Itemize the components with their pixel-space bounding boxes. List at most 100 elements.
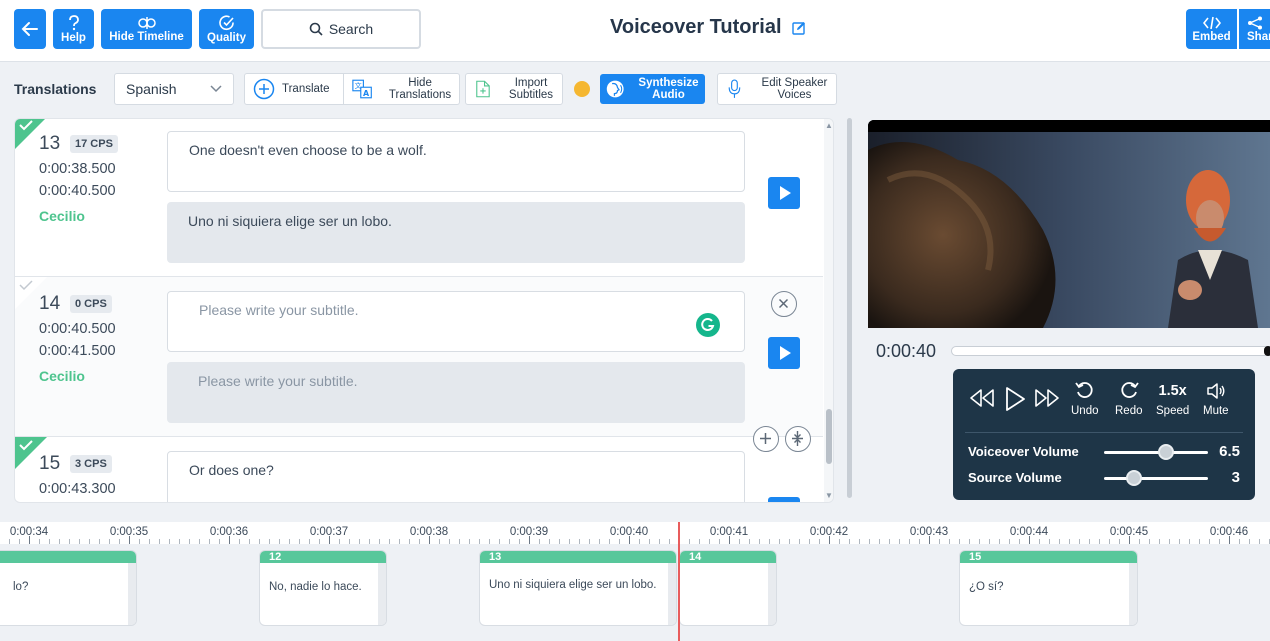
subtitle-row-13[interactable]: 13 17 CPS 0:00:38.500 0:00:40.500 Cecili… (15, 119, 823, 277)
timeline-cue[interactable]: 12 No, nadie lo hace. (259, 550, 387, 626)
source-text-field[interactable]: One doesn't even choose to be a wolf. (167, 131, 745, 192)
share-button[interactable]: Share (1239, 9, 1270, 49)
plus-icon (760, 433, 771, 444)
cue-resize-handle[interactable] (128, 563, 136, 625)
translation-text-field[interactable]: Please write your subtitle. (167, 362, 745, 423)
timeline-tick (109, 539, 110, 544)
timeline[interactable]: 0:00:34 0:00:35 0:00:36 0:00:37 0:00:38 0:00:… (0, 522, 1270, 641)
help-button[interactable]: Help (53, 9, 94, 49)
timeline-cue[interactable]: 13 Uno ni siquiera elige ser un lobo. (479, 550, 677, 626)
timeline-cue[interactable]: 15 ¿O sí? (959, 550, 1138, 626)
subtitle-row-14[interactable]: 14 0 CPS 0:00:40.500 0:00:41.500 Cecilio… (15, 277, 823, 437)
back-button[interactable] (14, 9, 46, 49)
hide-translations-button[interactable]: 文A Hide Translations (344, 73, 460, 105)
play-subtitle-button[interactable] (768, 497, 800, 502)
edit-speaker-voices-button[interactable]: Edit Speaker Voices (717, 73, 837, 105)
speed-button[interactable]: 1.5x Speed (1156, 383, 1189, 417)
voiceover-volume-slider[interactable] (1104, 451, 1208, 454)
start-time[interactable]: 0:00:40.500 (39, 321, 116, 337)
playhead[interactable] (678, 522, 680, 641)
timeline-tick (199, 539, 200, 544)
timeline-tick (169, 539, 170, 544)
source-volume-slider[interactable] (1104, 477, 1208, 480)
cue-resize-handle[interactable] (768, 563, 776, 625)
timeline-tick (869, 539, 870, 544)
timeline-tick (449, 539, 450, 544)
cue-resize-handle[interactable] (378, 563, 386, 625)
play-subtitle-button[interactable] (768, 337, 800, 369)
translation-text-field[interactable]: Uno ni siquiera elige ser un lobo. (167, 202, 745, 263)
timeline-tick (839, 539, 840, 544)
start-time[interactable]: 0:00:38.500 (39, 161, 116, 177)
timeline-cue[interactable]: 14 (679, 550, 777, 626)
delete-subtitle-button[interactable] (771, 291, 797, 317)
merge-subtitles-button[interactable] (785, 426, 811, 452)
voiceover-volume-knob[interactable] (1158, 444, 1174, 460)
search-button[interactable]: Search (261, 9, 421, 49)
hide-timeline-button[interactable]: Hide Timeline (101, 9, 192, 49)
fast-forward-button[interactable] (1034, 387, 1060, 409)
timeline-tick (219, 539, 220, 544)
seek-handle[interactable] (1264, 346, 1270, 356)
scroll-down-arrow-icon[interactable]: ▼ (825, 491, 833, 500)
timeline-cue[interactable]: lo? (0, 550, 137, 626)
rewind-button[interactable] (969, 387, 995, 409)
edit-icon[interactable] (791, 21, 806, 35)
timeline-tick (949, 539, 950, 544)
play-button[interactable] (1003, 386, 1027, 412)
timeline-tick (719, 539, 720, 544)
timeline-tick (459, 539, 460, 544)
language-select[interactable]: Spanish (114, 73, 234, 105)
timeline-tick (979, 539, 980, 544)
help-label: Help (61, 31, 86, 44)
grammar-check-icon[interactable] (696, 313, 720, 337)
timeline-tick (729, 536, 730, 544)
cps-badge: 0 CPS (70, 295, 112, 313)
timeline-tick (1149, 539, 1150, 544)
timeline-tick (699, 539, 700, 544)
timeline-tick (179, 539, 180, 544)
undo-button[interactable]: Undo (1071, 381, 1099, 417)
video-player[interactable] (868, 120, 1270, 328)
speaker-name[interactable]: Cecilio (39, 368, 85, 384)
timeline-tick (609, 539, 610, 544)
translate-button[interactable]: Translate (244, 73, 344, 105)
panel-resize-handle[interactable] (847, 118, 852, 498)
play-icon (1006, 387, 1025, 411)
scroll-up-arrow-icon[interactable]: ▲ (825, 121, 833, 130)
timeline-tick (1039, 539, 1040, 544)
timeline-ruler[interactable]: 0:00:34 0:00:35 0:00:36 0:00:37 0:00:38 0:00:… (0, 522, 1270, 544)
end-time[interactable]: 0:00:40.500 (39, 183, 116, 199)
timeline-tick (1229, 536, 1230, 544)
mute-button[interactable]: Mute (1203, 381, 1229, 417)
seek-bar[interactable] (951, 346, 1270, 356)
quality-button[interactable]: Quality (199, 9, 254, 49)
speed-label: Speed (1156, 405, 1190, 417)
cue-resize-handle[interactable] (668, 563, 676, 625)
scrollbar-thumb[interactable] (826, 409, 832, 464)
cue-number: 12 (260, 551, 386, 563)
end-time[interactable]: 0:00:41.500 (39, 343, 116, 359)
synthesize-audio-button[interactable]: Synthesize Audio (600, 74, 705, 104)
timeline-tick (309, 539, 310, 544)
cps-badge: 17 CPS (70, 135, 118, 153)
import-subtitles-button[interactable]: Import Subtitles (465, 73, 563, 105)
timeline-tick (539, 539, 540, 544)
speaker-name[interactable]: Cecilio (39, 208, 85, 224)
start-time[interactable]: 0:00:43.300 (39, 481, 116, 497)
timeline-tick (1099, 539, 1100, 544)
undo-icon (1075, 382, 1093, 398)
add-subtitle-button[interactable] (753, 426, 779, 452)
subtitle-row-15[interactable]: 15 3 CPS 0:00:43.300 Or does one? (15, 437, 823, 502)
play-subtitle-button[interactable] (768, 177, 800, 209)
timeline-tick (1009, 539, 1010, 544)
synthesize-audio-label: Synthesize Audio (638, 77, 699, 101)
source-volume-knob[interactable] (1126, 470, 1142, 486)
microphone-icon (728, 79, 741, 98)
timeline-tick (389, 539, 390, 544)
cue-resize-handle[interactable] (1129, 563, 1137, 625)
embed-button[interactable]: Embed (1186, 9, 1237, 49)
source-text-field[interactable]: Please write your subtitle. (167, 291, 745, 352)
source-text-field[interactable]: Or does one? (167, 451, 745, 502)
redo-button[interactable]: Redo (1115, 381, 1143, 417)
